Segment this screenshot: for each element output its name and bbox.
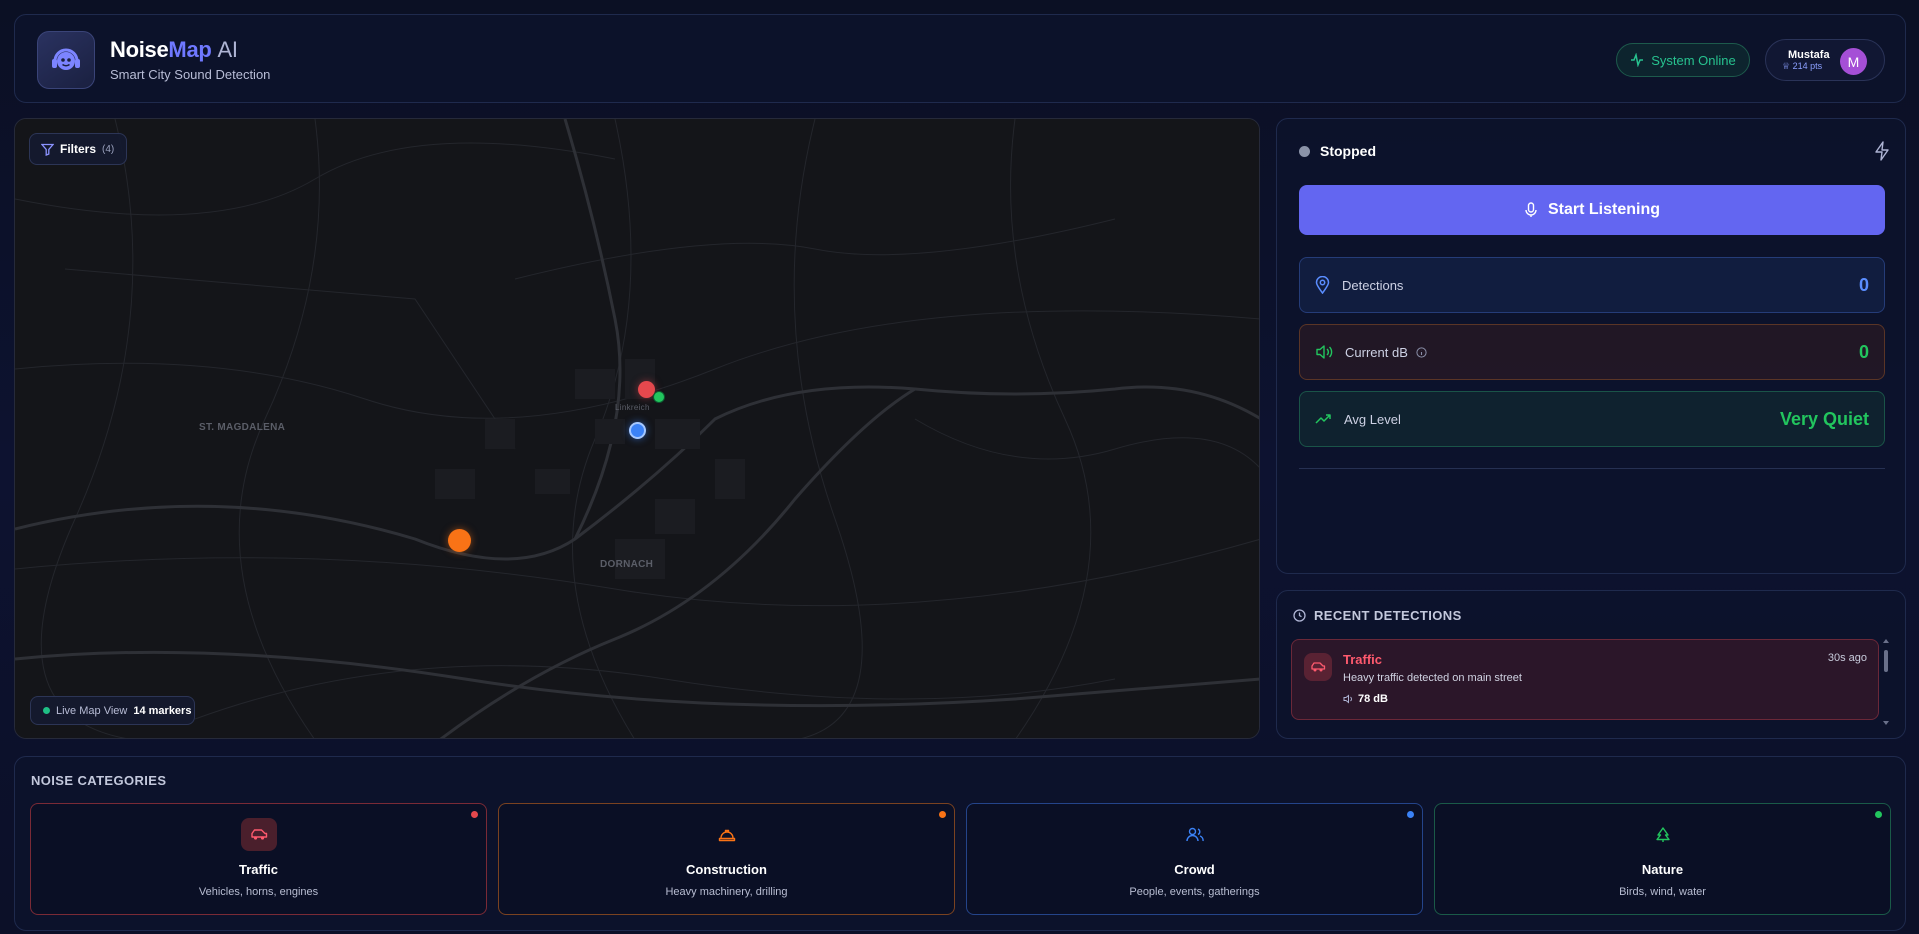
tree-icon <box>1645 818 1681 851</box>
listening-control-panel: Stopped Start Listening Detections 0 Cur… <box>1276 118 1906 574</box>
avg-level-label: Avg Level <box>1344 411 1401 427</box>
avatar[interactable]: M <box>1840 48 1867 75</box>
detections-stat: Detections 0 <box>1299 257 1885 313</box>
current-db-value: 0 <box>1858 341 1869 362</box>
trending-up-icon <box>1315 414 1331 424</box>
category-dot <box>1407 811 1414 818</box>
divider <box>1299 468 1885 469</box>
system-status-badge: System Online <box>1616 43 1750 77</box>
status-dot <box>1299 146 1310 157</box>
info-icon[interactable] <box>1416 346 1427 358</box>
detection-description: Heavy traffic detected on main street <box>1343 672 1522 684</box>
category-card-construction[interactable]: Construction Heavy machinery, drilling <box>498 803 955 915</box>
map-label-dornach: DORNACH <box>600 559 654 570</box>
noise-categories-panel: NOISE CATEGORIES Traffic Vehicles, horns… <box>14 756 1906 931</box>
filter-icon <box>41 143 54 156</box>
category-dot <box>1875 811 1882 818</box>
live-map-indicator: Live Map View 14 markers <box>30 696 195 725</box>
app-header: NoiseMap AI Smart City Sound Detection Sy… <box>14 14 1906 103</box>
detections-label: Detections <box>1342 277 1404 293</box>
detections-value: 0 <box>1858 274 1869 295</box>
live-map-label: Live Map View <box>56 704 128 717</box>
category-card-crowd[interactable]: Crowd People, events, gatherings <box>966 803 1423 915</box>
current-db-stat: Current dB 0 <box>1299 324 1885 380</box>
category-name: Crowd <box>1174 862 1215 877</box>
map-label-st-magdalena: ST. MAGDALENA <box>199 422 286 433</box>
start-listening-label: Start Listening <box>1547 201 1660 218</box>
trophy-icon: ♕ <box>1782 61 1791 71</box>
map-label-small: Linkreich <box>615 403 650 412</box>
user-menu[interactable]: Mustafa ♕ 214 pts M <box>1765 39 1885 81</box>
detection-item[interactable]: Traffic 30s ago Heavy traffic detected o… <box>1291 639 1879 720</box>
category-card-nature[interactable]: Nature Birds, wind, water <box>1434 803 1891 915</box>
category-description: Heavy machinery, drilling <box>665 886 788 898</box>
app-subtitle: Smart City Sound Detection <box>110 67 271 82</box>
filters-button[interactable]: Filters (4) <box>29 133 127 165</box>
noise-categories-title: NOISE CATEGORIES <box>31 773 167 788</box>
user-points: ♕ 214 pts <box>1782 61 1823 71</box>
listening-status: Stopped <box>1320 143 1376 159</box>
user-name: Mustafa <box>1788 49 1830 61</box>
car-icon <box>241 818 277 851</box>
filters-count: (4) <box>102 143 115 155</box>
live-dot <box>43 707 50 714</box>
category-name: Nature <box>1641 862 1684 877</box>
avg-level-value: Very Quiet <box>1779 408 1869 429</box>
clock-icon <box>1293 609 1306 622</box>
noise-map[interactable]: Filters (4) ST. MAGDALENA DORNACH Linkre… <box>14 118 1260 739</box>
map-marker-construction[interactable] <box>448 529 471 552</box>
recent-detections-panel: RECENT DETECTIONS Traffic 30s ago Heavy … <box>1276 590 1906 739</box>
category-dot <box>471 811 478 818</box>
map-pin-icon <box>1315 276 1330 294</box>
avg-level-stat: Avg Level Very Quiet <box>1299 391 1885 447</box>
map-marker-user-location[interactable] <box>629 422 646 439</box>
markers-count: 14 markers <box>133 704 192 717</box>
map-marker-nature[interactable] <box>653 391 665 403</box>
category-name: Construction <box>686 862 767 877</box>
category-description: Vehicles, horns, engines <box>198 886 319 898</box>
car-icon <box>1304 653 1332 681</box>
category-card-traffic[interactable]: Traffic Vehicles, horns, engines <box>30 803 487 915</box>
lightning-icon[interactable] <box>1873 141 1891 161</box>
logo <box>37 31 95 89</box>
scrollbar[interactable] <box>1883 639 1889 727</box>
filters-label: Filters <box>60 142 97 156</box>
category-description: Birds, wind, water <box>1619 886 1706 898</box>
detection-time: 30s ago <box>1827 652 1867 664</box>
volume-icon <box>1343 694 1352 704</box>
hard-hat-icon <box>709 818 745 851</box>
current-db-label: Current dB <box>1345 344 1408 360</box>
microphone-icon <box>1525 202 1537 217</box>
category-dot <box>939 811 946 818</box>
activity-icon <box>1631 53 1644 67</box>
detection-type: Traffic <box>1343 652 1383 667</box>
recent-detections-title: RECENT DETECTIONS <box>1293 608 1462 623</box>
system-status-text: System Online <box>1651 52 1736 68</box>
detection-db: 78 dB <box>1343 693 1388 705</box>
app-title: NoiseMap AI <box>110 37 238 62</box>
category-name: Traffic <box>238 862 278 877</box>
volume-icon <box>1316 345 1333 359</box>
headphones-robot-icon <box>52 48 80 70</box>
users-icon <box>1177 818 1213 851</box>
start-listening-button[interactable]: Start Listening <box>1299 185 1885 235</box>
category-description: People, events, gatherings <box>1129 886 1260 898</box>
